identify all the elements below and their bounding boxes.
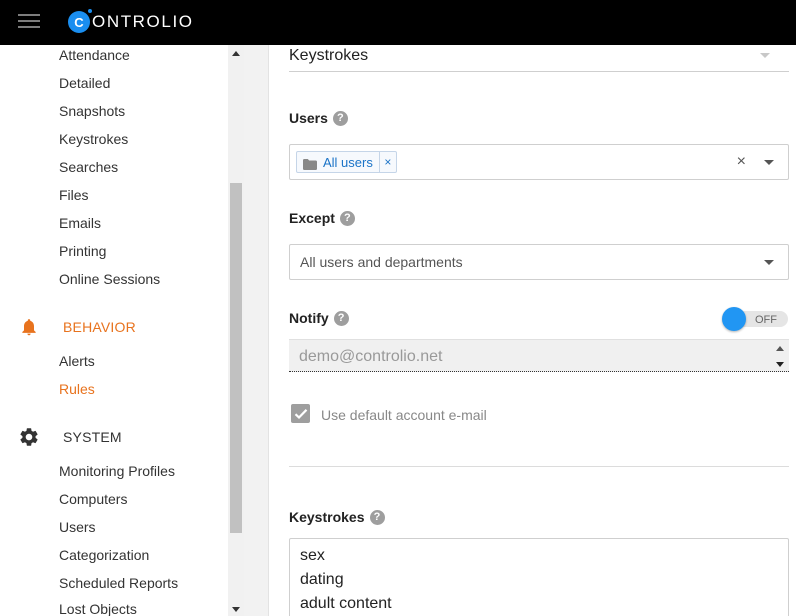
chevron-down-icon[interactable] (764, 160, 774, 165)
sidebar-section-label: SYSTEM (63, 429, 122, 445)
hamburger-menu-icon[interactable] (18, 12, 40, 30)
toggle-knob (722, 307, 746, 331)
rule-form-panel (268, 45, 796, 616)
except-placeholder: All users and departments (300, 254, 463, 270)
scroll-down-arrow-icon[interactable] (232, 607, 240, 612)
sidebar-item-keystrokes[interactable]: Keystrokes (59, 131, 128, 147)
sidebar-item-computers[interactable]: Computers (59, 491, 127, 507)
help-icon[interactable]: ? (332, 110, 348, 126)
chevron-down-icon[interactable] (764, 260, 774, 265)
notify-toggle[interactable]: OFF (722, 307, 788, 331)
logo-text: ONTROLIO (92, 12, 194, 31)
help-icon[interactable]: ? (333, 310, 349, 326)
sidebar: Attendance Detailed Snapshots Keystrokes… (0, 45, 244, 616)
top-bar: C ONTROLIO (0, 0, 796, 45)
sidebar-item-searches[interactable]: Searches (59, 159, 118, 175)
keyword-line: sex (300, 547, 325, 564)
users-label: Users ? (289, 110, 348, 126)
section-divider (289, 466, 789, 467)
use-default-email-checkbox[interactable] (291, 404, 310, 423)
notify-email-input[interactable]: demo@controlio.net (289, 339, 789, 372)
chevron-down-icon (760, 53, 770, 58)
spin-down-icon[interactable] (776, 362, 784, 367)
report-type-value: Keystrokes (289, 47, 369, 64)
scrollbar-thumb[interactable] (230, 183, 242, 533)
sidebar-item-users[interactable]: Users (59, 519, 96, 535)
chip-label: All users (323, 154, 373, 170)
clear-icon[interactable]: × (737, 153, 746, 171)
sidebar-item-lost-objects[interactable]: Lost Objects (59, 601, 137, 616)
gear-icon (18, 426, 40, 448)
keyword-line: dating (300, 571, 344, 588)
sidebar-section-label: BEHAVIOR (63, 319, 136, 335)
sidebar-item-emails[interactable]: Emails (59, 215, 101, 231)
sidebar-item-files[interactable]: Files (59, 187, 89, 203)
logo-mark: C (68, 8, 93, 33)
sidebar-item-alerts[interactable]: Alerts (59, 353, 95, 369)
sidebar-scrollbar[interactable] (228, 45, 244, 616)
sidebar-item-online-sessions[interactable]: Online Sessions (59, 271, 160, 287)
except-select[interactable]: All users and departments (289, 244, 789, 280)
checkmark-icon (294, 408, 307, 419)
sidebar-item-scheduled-reports[interactable]: Scheduled Reports (59, 575, 178, 591)
toggle-state-label: OFF (755, 314, 777, 326)
notify-label: Notify ? (289, 310, 349, 326)
report-type-select[interactable]: Keystrokes (289, 45, 789, 72)
bell-icon (18, 316, 40, 338)
except-label: Except ? (289, 210, 355, 226)
keystrokes-label: Keystrokes ? (289, 509, 385, 525)
sidebar-item-attendance[interactable]: Attendance (59, 47, 130, 63)
user-chip: All users × (296, 151, 397, 173)
chip-remove-icon[interactable]: × (378, 152, 396, 172)
users-select[interactable]: All users × × (289, 144, 789, 180)
scroll-up-arrow-icon[interactable] (232, 51, 240, 56)
help-icon[interactable]: ? (369, 509, 385, 525)
use-default-email-label: Use default account e-mail (321, 407, 487, 423)
sidebar-item-rules[interactable]: Rules (59, 381, 95, 397)
keyword-line: adult content (300, 595, 392, 612)
keystrokes-textarea[interactable]: sex dating adult content (289, 538, 789, 616)
controlio-logo[interactable]: C ONTROLIO (68, 8, 194, 34)
sidebar-item-detailed[interactable]: Detailed (59, 75, 110, 91)
folder-icon (303, 157, 317, 170)
sidebar-item-printing[interactable]: Printing (59, 243, 106, 259)
spin-up-icon[interactable] (776, 346, 784, 351)
notify-email-placeholder: demo@controlio.net (299, 348, 443, 365)
sidebar-section-system[interactable]: SYSTEM (18, 425, 122, 449)
sidebar-item-monitoring-profiles[interactable]: Monitoring Profiles (59, 463, 175, 479)
sidebar-section-behavior[interactable]: BEHAVIOR (18, 315, 136, 339)
content-gutter (244, 45, 268, 616)
sidebar-item-snapshots[interactable]: Snapshots (59, 103, 125, 119)
sidebar-item-categorization[interactable]: Categorization (59, 547, 149, 563)
help-icon[interactable]: ? (339, 210, 355, 226)
